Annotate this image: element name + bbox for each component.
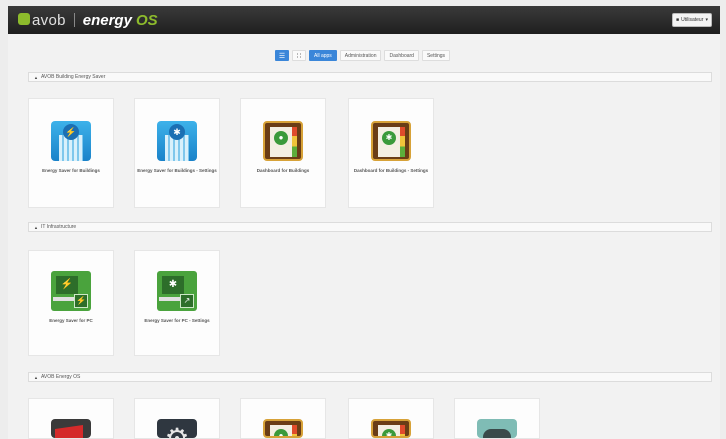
section-title: IT Infrastructure (40, 224, 77, 230)
app-card-dashboard-buildings-settings[interactable]: ✱ Dashboard for Buildings - Settings (348, 98, 434, 208)
pc-energy-icon: ⚡ ⚡ (51, 271, 91, 311)
section-header-it-infrastructure[interactable]: ▲ IT Infrastructure (28, 222, 712, 232)
logo-os-text: OS (135, 11, 158, 29)
app-card-energy-saver-buildings[interactable]: ⚡ Energy Saver for Buildings (28, 98, 114, 208)
app-card-energy-saver-pc[interactable]: ⚡ ⚡ Energy Saver for PC (28, 250, 114, 356)
app-card-label: Energy Saver for PC (49, 318, 93, 323)
collapse-triangle-icon: ▲ (34, 74, 38, 80)
dashboard-icon: ● (263, 121, 303, 161)
filter-tab-dashboard[interactable]: Dashboard (384, 50, 419, 61)
app-logo[interactable]: avob energy OS (18, 12, 158, 29)
logo-avob-text: avob (32, 11, 66, 29)
list-view-icon: ☰ (278, 52, 286, 60)
list-view-button[interactable]: ☰ (275, 50, 289, 61)
logo-divider (73, 13, 75, 27)
collapse-triangle-icon: ▲ (34, 374, 38, 380)
logo-mark-icon (18, 13, 30, 25)
app-card-energy-os-3[interactable]: ● (240, 398, 326, 439)
main-content: ☰ ∷ All apps Administration Dashboard Se… (8, 34, 720, 439)
red-flag-icon (51, 419, 91, 438)
app-card-energy-saver-buildings-settings[interactable]: ✱ Energy Saver for Buildings - Settings (134, 98, 220, 208)
app-card-energy-os-2[interactable]: ⚙ (134, 398, 220, 439)
app-card-energy-saver-pc-settings[interactable]: ✱ ↗ Energy Saver for PC - Settings (134, 250, 220, 356)
logo-energy-text: energy (82, 11, 132, 29)
grid-view-icon: ∷ (296, 52, 302, 60)
app-card-energy-os-4[interactable]: ✱ (348, 398, 434, 439)
filter-tab-administration[interactable]: Administration (339, 50, 382, 61)
filter-toolbar: ☰ ∷ All apps Administration Dashboard Se… (275, 50, 451, 61)
section-title: AVOB Building Energy Saver (40, 74, 106, 80)
dashboard-settings-icon: ✱ (371, 121, 411, 161)
gear-icon: ⚙ (157, 419, 197, 438)
user-menu-label: Utilisateur (681, 17, 704, 23)
app-card-energy-os-1[interactable] (28, 398, 114, 439)
app-card-label: Dashboard for Buildings - Settings (353, 168, 429, 173)
top-bar: avob energy OS ■ Utilisateur ▾ (8, 6, 720, 34)
section-header-avob-energy-os[interactable]: ▲ AVOB Energy OS (28, 372, 712, 382)
building-settings-icon: ✱ (157, 121, 197, 161)
pc-settings-icon: ✱ ↗ (157, 271, 197, 311)
section-title: AVOB Energy OS (40, 374, 81, 380)
app-card-dashboard-buildings[interactable]: ● Dashboard for Buildings (240, 98, 326, 208)
filter-tab-settings[interactable]: Settings (421, 50, 451, 61)
building-energy-icon: ⚡ (51, 121, 91, 161)
dashboard-icon: ● (263, 419, 303, 438)
app-card-label: Energy Saver for Buildings - Settings (137, 168, 217, 173)
chevron-down-icon: ▾ (705, 17, 708, 23)
user-icon: ■ (676, 17, 680, 23)
user-menu-button[interactable]: ■ Utilisateur ▾ (672, 13, 712, 27)
collapse-triangle-icon: ▲ (34, 224, 38, 230)
grid-view-button[interactable]: ∷ (292, 50, 306, 61)
filter-tab-all-apps[interactable]: All apps (309, 50, 337, 61)
app-card-label: Energy Saver for Buildings (42, 168, 100, 173)
app-card-energy-os-5[interactable] (454, 398, 540, 439)
cloud-icon (477, 419, 517, 438)
app-card-label: Dashboard for Buildings (256, 168, 310, 173)
dashboard-settings-icon: ✱ (371, 419, 411, 438)
app-card-label: Energy Saver for PC - Settings (144, 318, 210, 323)
section-header-building-energy-saver[interactable]: ▲ AVOB Building Energy Saver (28, 72, 712, 82)
